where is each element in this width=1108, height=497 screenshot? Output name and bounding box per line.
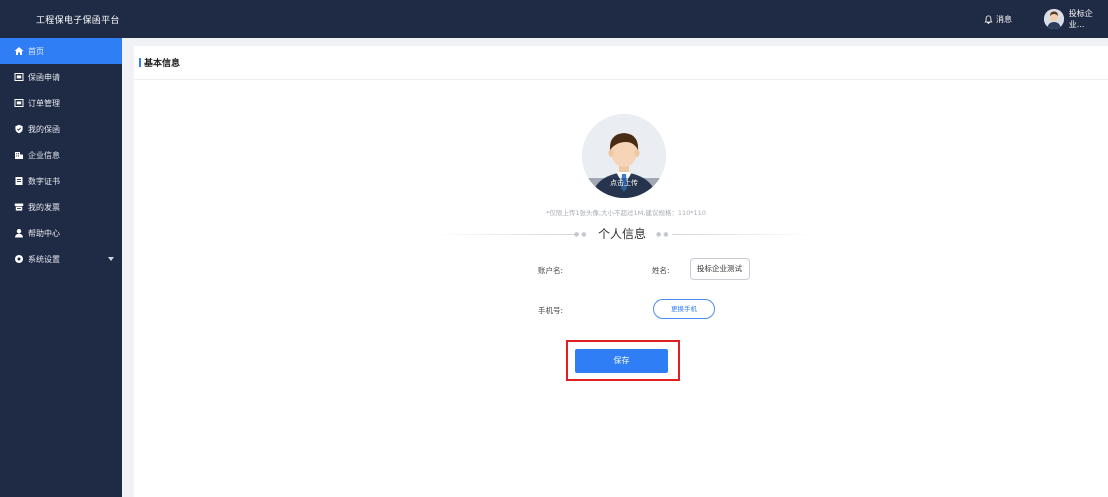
name-field[interactable]: 投标企业测试 [690,258,750,280]
page-title: 基本信息 [144,59,181,69]
sidebar-item-label: 保函申请 [28,72,60,82]
save-button[interactable]: 保存 [575,349,668,373]
messages-label: 消息 [996,15,1012,24]
shield-icon [14,124,24,134]
sidebar: 首页 保函申请 订单管理 我的保函 企业信息 数字证书 我的发票 帮助中心 系统… [0,38,122,497]
invoice-icon [14,202,24,212]
sidebar-item-digital-certificate[interactable]: 数字证书 [0,168,122,194]
name-label: 姓名: [652,266,670,275]
sidebar-item-home[interactable]: 首页 [0,38,122,64]
certificate-icon [14,176,24,186]
user-menu[interactable]: 投标企业... [1044,8,1108,30]
change-phone-button[interactable]: 更换手机 [653,299,715,319]
sidebar-item-label: 我的发票 [28,202,60,212]
building-icon [14,150,24,160]
chevron-down-icon [108,257,114,261]
order-icon [14,98,24,108]
divider-dots-left: ●● [574,231,589,238]
divider-dots-right: ●● [656,231,671,238]
settings-icon [14,254,24,264]
sidebar-item-application[interactable]: 保函申请 [0,64,122,90]
app-title: 工程保电子保函平台 [36,16,120,26]
upload-hint: *仅限上传1张头像,大小不超过1M,建议规格：110*110 [546,209,706,217]
help-icon [14,228,24,238]
sidebar-item-system-settings[interactable]: 系统设置 [0,246,122,272]
basic-info-panel: 基本信息 点击上传 *仅限上传1张头像,大小不超过1M,建议规格：110*110… [134,46,1108,497]
sidebar-item-label: 首页 [28,46,44,56]
content-gutter [122,38,134,497]
divider-line-left [434,234,576,235]
messages-link[interactable]: 消息 [984,14,1012,25]
sidebar-item-label: 帮助中心 [28,228,60,238]
sidebar-item-label: 系统设置 [28,254,60,264]
sidebar-item-label: 企业信息 [28,150,60,160]
sidebar-item-label: 订单管理 [28,98,60,108]
sidebar-item-company-info[interactable]: 企业信息 [0,142,122,168]
home-icon [14,46,24,56]
user-name: 投标企业... [1068,9,1093,29]
sidebar-item-orders[interactable]: 订单管理 [0,90,122,116]
panel-header: 基本信息 [134,46,1108,80]
top-bar: 工程保电子保函平台 消息 投标企业... [0,0,1108,38]
upload-label: 点击上传 [610,179,638,187]
phone-label: 手机号: [538,306,564,315]
section-title: 个人信息 [598,227,647,241]
section-divider: ●● 个人信息 ●● [434,225,814,243]
avatar-upload[interactable]: 点击上传 [582,114,666,198]
title-accent-bar [139,58,141,67]
bell-icon [984,15,993,24]
application-icon [14,72,24,82]
sidebar-item-my-guarantees[interactable]: 我的保函 [0,116,122,142]
sidebar-item-label: 数字证书 [28,176,60,186]
sidebar-item-invoices[interactable]: 我的发票 [0,194,122,220]
avatar [1044,9,1064,29]
sidebar-item-help-center[interactable]: 帮助中心 [0,220,122,246]
divider-line-right [672,234,814,235]
account-label: 账户名: [538,266,564,275]
sidebar-item-label: 我的保函 [28,124,60,134]
